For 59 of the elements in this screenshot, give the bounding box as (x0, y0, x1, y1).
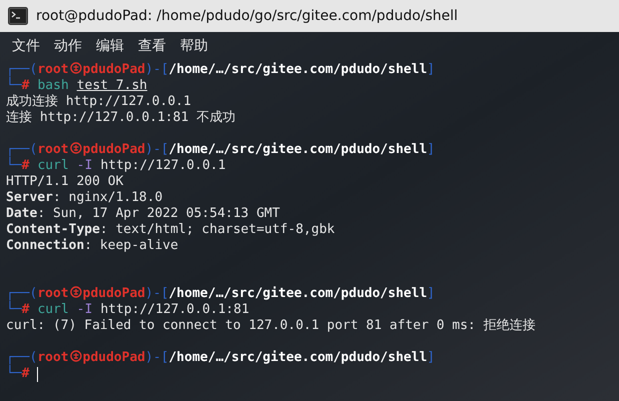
prompt-sign: # (22, 302, 30, 318)
output-line: 连接 http://127.0.0.1:81 不成功 (6, 110, 236, 126)
prompt-host: pdudoPad (82, 350, 146, 365)
menu-item[interactable]: 查看 (138, 36, 166, 56)
output-line: Server: nginx/1.18.0 (6, 190, 163, 206)
prompt-user: root (37, 350, 69, 365)
prompt-frame: └─ (6, 366, 22, 382)
prompt-sign: # (22, 158, 30, 174)
command-argument: http://127.0.0.1 (100, 158, 226, 174)
command-argument: -I (76, 158, 92, 174)
prompt-sign: # (22, 78, 30, 94)
command-name: curl (37, 302, 69, 318)
window-title: root@pdudoPad: /home/pdudo/go/src/gitee.com/pdudo/shell (36, 6, 458, 26)
output-line: Content-Type: text/html; charset=utf-8,gbk (6, 222, 335, 238)
menu-item[interactable]: 编辑 (96, 36, 124, 56)
prompt-frame: ┌──( (6, 286, 38, 301)
menu-item[interactable]: 文件 (12, 36, 40, 56)
prompt-user: root (37, 286, 69, 301)
prompt-host: pdudoPad (82, 142, 146, 157)
prompt-path: /home/…/src/gitee.com/pdudo/shell (168, 142, 428, 157)
command-argument: -I (76, 302, 92, 318)
prompt-host: pdudoPad (82, 62, 146, 77)
menu-item[interactable]: 帮助 (180, 36, 208, 56)
output-line: 成功连接 http://127.0.0.1 (6, 94, 192, 110)
circled-symbol-icon (70, 62, 82, 74)
command-argument: test 7.sh (76, 78, 148, 94)
prompt-path: /home/…/src/gitee.com/pdudo/shell (168, 62, 428, 77)
prompt-frame: )-[ (145, 62, 169, 77)
prompt-frame: ] (427, 142, 435, 157)
prompt-frame: )-[ (145, 142, 169, 157)
command-name: bash (37, 78, 69, 94)
prompt-frame: └─ (6, 158, 22, 174)
prompt-frame: )-[ (145, 350, 169, 365)
prompt-host: pdudoPad (82, 286, 146, 301)
prompt-frame: ] (427, 62, 435, 77)
prompt-frame: ┌──( (6, 142, 38, 157)
prompt-path: /home/…/src/gitee.com/pdudo/shell (168, 286, 428, 301)
output-line: Date: Sun, 17 Apr 2022 05:54:13 GMT (6, 206, 280, 222)
circled-symbol-icon (70, 286, 82, 298)
prompt-frame: └─ (6, 302, 22, 318)
prompt-path: /home/…/src/gitee.com/pdudo/shell (168, 350, 428, 365)
terminal-icon (8, 7, 28, 25)
circled-symbol-icon (70, 142, 82, 154)
output-line: Connection: keep-alive (6, 238, 178, 254)
prompt-user: root (37, 142, 69, 157)
prompt-frame: ] (427, 350, 435, 365)
prompt-frame: ] (427, 286, 435, 301)
prompt-user: root (37, 62, 69, 77)
output-line: HTTP/1.1 200 OK (6, 174, 124, 190)
prompt-frame: ┌──( (6, 62, 38, 77)
command-name: curl (37, 158, 69, 174)
menu-item[interactable]: 动作 (54, 36, 82, 56)
output-line: curl: (7) Failed to connect to 127.0.0.1 port 81 after 0 ms: 拒绝连接 (6, 318, 536, 334)
prompt-sign: # (22, 366, 30, 382)
command-argument: http://127.0.0.1:81 (100, 302, 250, 318)
prompt-frame: ┌──( (6, 350, 38, 365)
prompt-frame: )-[ (145, 286, 169, 301)
circled-symbol-icon (70, 350, 82, 362)
prompt-frame: └─ (6, 78, 22, 94)
